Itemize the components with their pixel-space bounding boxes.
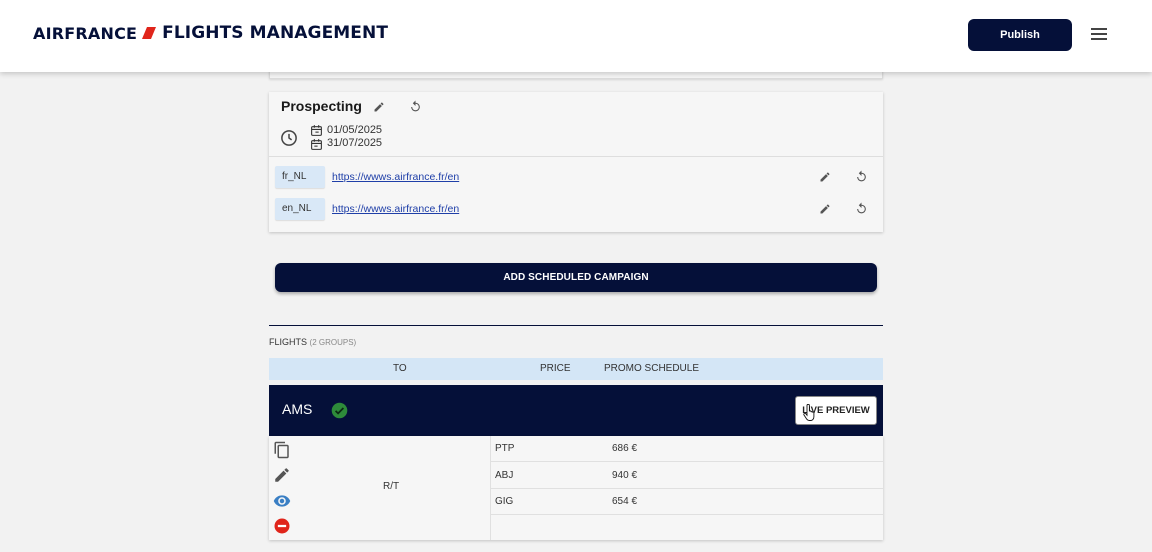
section-divider [269, 325, 883, 326]
flight-destination: PTP [495, 443, 515, 454]
clock-icon [281, 130, 297, 146]
edit-group-icon[interactable] [273, 466, 291, 484]
lang-row: en_NL https://wwws.airfrance.fr/en [275, 198, 875, 220]
flight-group-header[interactable]: AMS LIVE PREVIEW [269, 385, 883, 436]
lang-tag: en_NL [275, 198, 325, 220]
check-circle-icon [331, 402, 348, 419]
lang-row: fr_NL https://wwws.airfrance.fr/en [275, 166, 875, 188]
edit-icon[interactable] [819, 171, 831, 183]
column-header-promo-schedule: PROMO SCHEDULE [604, 363, 700, 374]
column-header-to: TO [393, 363, 407, 374]
calendar-start-icon [311, 125, 322, 136]
add-scheduled-campaign-button[interactable]: ADD SCHEDULED CAMPAIGN [275, 263, 877, 292]
app-header: AIRFRANCE FLIGHTS MANAGEMENT Publish [0, 0, 1152, 72]
lang-url-link[interactable]: https://wwws.airfrance.fr/en [332, 171, 459, 183]
lang-tag: fr_NL [275, 166, 325, 188]
edit-icon[interactable] [819, 203, 831, 215]
brand-airline-name: AIRFRANCE [33, 23, 138, 43]
calendar-end-icon [311, 139, 322, 150]
lang-url-link[interactable]: https://wwws.airfrance.fr/en [332, 203, 459, 215]
copy-icon[interactable] [273, 441, 291, 459]
divider [269, 156, 883, 157]
groups-count: (2 GROUPS) [309, 338, 357, 347]
eye-icon[interactable] [273, 492, 291, 510]
group-name: AMS [282, 401, 313, 417]
flight-destination: GIG [495, 496, 514, 507]
brand-app-name: FLIGHTS MANAGEMENT [162, 23, 389, 43]
edit-campaign-icon[interactable] [373, 101, 385, 113]
flights-title: FLIGHTS [269, 337, 308, 347]
air-france-slash-icon [142, 27, 157, 39]
flight-group-body: R/T PTP 686 € ABJ 940 € GIG 654 € [269, 436, 883, 540]
reset-icon[interactable] [855, 170, 868, 183]
flight-destination: ABJ [495, 470, 514, 481]
start-date: 01/05/2025 [327, 124, 383, 136]
flights-table-header: TO PRICE PROMO SCHEDULE [269, 358, 883, 380]
reset-campaign-icon[interactable] [409, 100, 422, 113]
flight-row: GIG 654 € [491, 489, 883, 515]
campaign-title: Prospecting [281, 98, 362, 114]
hamburger-menu-icon[interactable] [1091, 28, 1107, 40]
brand-logo: AIRFRANCE FLIGHTS MANAGEMENT [33, 22, 388, 44]
hand-cursor-icon [803, 404, 815, 421]
campaign-card: Prospecting 01/05/2025 31/07/2025 fr_NL … [269, 92, 883, 232]
publish-button[interactable]: Publish [968, 19, 1072, 51]
trip-type: R/T [383, 481, 400, 492]
delete-group-icon[interactable] [273, 517, 291, 535]
flight-price: 686 € [612, 443, 638, 454]
campaign-dates: 01/05/2025 31/07/2025 [327, 124, 382, 150]
flight-row: ABJ 940 € [491, 463, 883, 489]
flights-section-label: FLIGHTS (2 GROUPS) [269, 337, 356, 347]
end-date: 31/07/2025 [327, 137, 383, 149]
flight-price: 654 € [612, 496, 638, 507]
reset-icon[interactable] [855, 202, 868, 215]
flight-price: 940 € [612, 470, 638, 481]
flight-row: PTP 686 € [491, 436, 883, 462]
column-header-price: PRICE [540, 363, 571, 374]
